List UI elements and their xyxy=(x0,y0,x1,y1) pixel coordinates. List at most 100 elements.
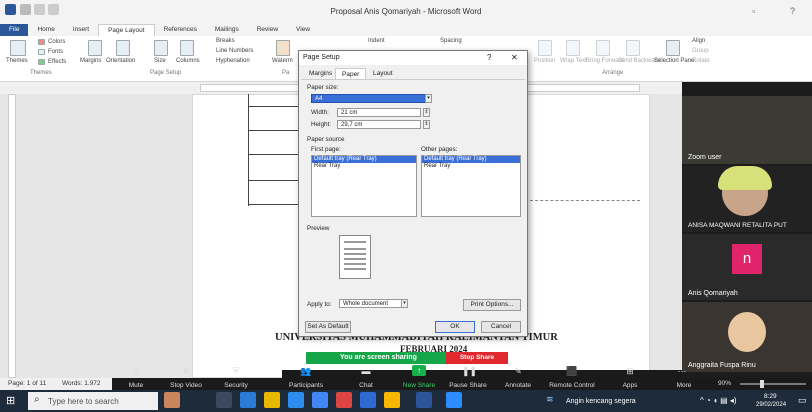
cancel-button[interactable]: Cancel xyxy=(481,321,521,333)
position-button[interactable]: Position xyxy=(534,58,555,64)
more-button[interactable]: More xyxy=(659,382,709,389)
send-backward-icon[interactable] xyxy=(626,40,640,56)
size-button[interactable]: Size xyxy=(154,58,166,64)
stop-video-button[interactable]: Stop Video xyxy=(161,382,211,389)
spinner-icon[interactable]: ⇕ xyxy=(423,120,430,129)
vertical-ruler[interactable] xyxy=(8,94,16,378)
group-button[interactable]: Group xyxy=(692,48,709,54)
width-field[interactable]: 21 cm xyxy=(337,108,421,117)
clock-date[interactable]: 29/02/2024 xyxy=(756,402,786,408)
task-view-icon[interactable] xyxy=(216,392,232,408)
watermark-button[interactable]: Waterm xyxy=(272,58,293,64)
notification-icon[interactable]: ▭ xyxy=(798,395,807,406)
position-icon[interactable] xyxy=(538,40,552,56)
selection-pane-icon[interactable] xyxy=(666,40,680,56)
breaks-button[interactable]: Breaks xyxy=(216,38,235,44)
word-taskbar-icon[interactable] xyxy=(416,392,432,408)
pause-share-button[interactable]: Pause Share xyxy=(443,382,493,389)
tab-review[interactable]: Review xyxy=(248,24,287,36)
pause-icon[interactable]: ❚❚ xyxy=(462,366,477,376)
new-share-icon[interactable]: ↑ xyxy=(412,365,426,376)
page-count[interactable]: Page: 1 of 11 xyxy=(8,380,46,387)
mute-button[interactable]: Mute xyxy=(111,382,161,389)
app-icon[interactable] xyxy=(384,392,400,408)
chevron-down-icon[interactable]: ▾ xyxy=(401,299,408,308)
zoom-level[interactable]: 90% xyxy=(718,380,731,387)
apps-button[interactable]: Apps xyxy=(605,382,655,389)
selection-pane-button[interactable]: Selection Pane xyxy=(654,58,694,64)
video-camera-icon[interactable]: ■ xyxy=(180,366,192,376)
annotate-button[interactable]: Annotate xyxy=(493,382,543,389)
more-icon[interactable]: ⋯ xyxy=(676,366,688,376)
chat-button[interactable]: Chat xyxy=(341,382,391,389)
taskbar-search-placeholder[interactable]: Type here to search xyxy=(48,397,119,406)
margins-icon[interactable] xyxy=(88,40,102,56)
list-item[interactable]: Default tray (Rear Tray) xyxy=(422,156,520,163)
zoom-taskbar-icon[interactable] xyxy=(446,392,462,408)
themes-button[interactable]: Themes xyxy=(6,58,28,64)
participant-video-tile[interactable]: ANISA MAQWANI RETALITA PUT xyxy=(682,166,812,232)
spinner-icon[interactable]: ⇕ xyxy=(423,108,430,117)
tab-home[interactable]: Home xyxy=(28,24,63,36)
margins-button[interactable]: Margins xyxy=(80,58,101,64)
chevron-down-icon[interactable]: ▾ xyxy=(425,94,432,103)
new-share-button[interactable]: New Share xyxy=(394,382,444,389)
orientation-icon[interactable] xyxy=(116,40,130,56)
mail-icon[interactable] xyxy=(360,392,376,408)
height-field[interactable]: 29,7 cm xyxy=(337,120,421,129)
annotate-pen-icon[interactable]: ✎ xyxy=(512,366,524,376)
tab-insert[interactable]: Insert xyxy=(64,24,98,36)
effects-button[interactable]: Effects xyxy=(48,59,66,65)
chat-icon[interactable]: ▬ xyxy=(360,366,372,376)
list-item[interactable]: Rear Tray xyxy=(312,163,416,170)
security-shield-icon[interactable]: ⛨ xyxy=(230,366,242,376)
colors-button[interactable]: Colors xyxy=(48,39,65,45)
apps-icon[interactable]: ⊞ xyxy=(624,366,636,376)
tab-margins[interactable]: Margins xyxy=(303,68,339,79)
participant-video-tile[interactable]: Zoom user xyxy=(682,96,812,164)
rotate-button[interactable]: Rotate xyxy=(692,58,710,64)
first-page-list[interactable]: Default tray (Rear Tray) Rear Tray xyxy=(311,155,417,217)
list-item[interactable]: Default tray (Rear Tray) xyxy=(312,156,416,163)
tab-file[interactable]: File xyxy=(0,24,29,36)
stop-share-button[interactable]: Stop Share xyxy=(446,352,508,364)
watermark-icon[interactable] xyxy=(276,40,290,56)
set-as-default-button[interactable]: Set As Default xyxy=(305,321,351,333)
apply-to-select[interactable]: Whole document xyxy=(339,299,403,308)
tab-references[interactable]: References xyxy=(155,24,206,36)
line-numbers-button[interactable]: Line Numbers xyxy=(216,48,253,54)
word-count[interactable]: Words: 1.972 xyxy=(62,380,101,387)
wrap-text-icon[interactable] xyxy=(566,40,580,56)
dialog-close-button[interactable]: ✕ xyxy=(511,53,518,62)
chrome-icon[interactable] xyxy=(312,392,328,408)
app-icon[interactable] xyxy=(336,392,352,408)
weather-text[interactable]: Angin kencang segera xyxy=(566,398,636,405)
wrap-text-button[interactable]: Wrap Text xyxy=(560,58,587,64)
zoom-slider[interactable] xyxy=(740,383,806,385)
ok-button[interactable]: OK xyxy=(435,321,475,333)
fonts-button[interactable]: Fonts xyxy=(48,49,63,55)
news-widget-icon[interactable] xyxy=(164,392,180,408)
other-pages-list[interactable]: Default tray (Rear Tray) Rear Tray xyxy=(421,155,521,217)
participant-avatar-tile[interactable]: n Anis Qomariyah xyxy=(682,234,812,300)
bring-forward-icon[interactable] xyxy=(596,40,610,56)
list-item[interactable]: Rear Tray xyxy=(422,163,520,170)
tab-layout[interactable]: Layout xyxy=(367,68,399,79)
security-button[interactable]: Security xyxy=(211,382,261,389)
system-tray-icons[interactable]: ^ ◔ ◖ ▤ ◂) xyxy=(700,396,737,405)
themes-icon[interactable] xyxy=(10,40,26,56)
tab-mailings[interactable]: Mailings xyxy=(206,24,248,36)
orientation-button[interactable]: Orientation xyxy=(106,58,135,64)
windows-start-icon[interactable]: ⊞ xyxy=(6,395,18,407)
paper-size-select[interactable]: A4 xyxy=(311,94,427,103)
print-options-button[interactable]: Print Options... xyxy=(463,299,521,311)
file-explorer-icon[interactable] xyxy=(264,392,280,408)
tab-view[interactable]: View xyxy=(287,24,319,36)
participants-icon[interactable]: 👥 xyxy=(300,366,312,376)
participants-button[interactable]: Participants xyxy=(281,382,331,389)
hyphenation-button[interactable]: Hyphenation xyxy=(216,58,250,64)
remote-control-button[interactable]: Remote Control xyxy=(547,382,597,389)
remote-control-icon[interactable]: ⬛ xyxy=(566,366,578,376)
store-icon[interactable] xyxy=(288,392,304,408)
edge-browser-icon[interactable] xyxy=(240,392,256,408)
